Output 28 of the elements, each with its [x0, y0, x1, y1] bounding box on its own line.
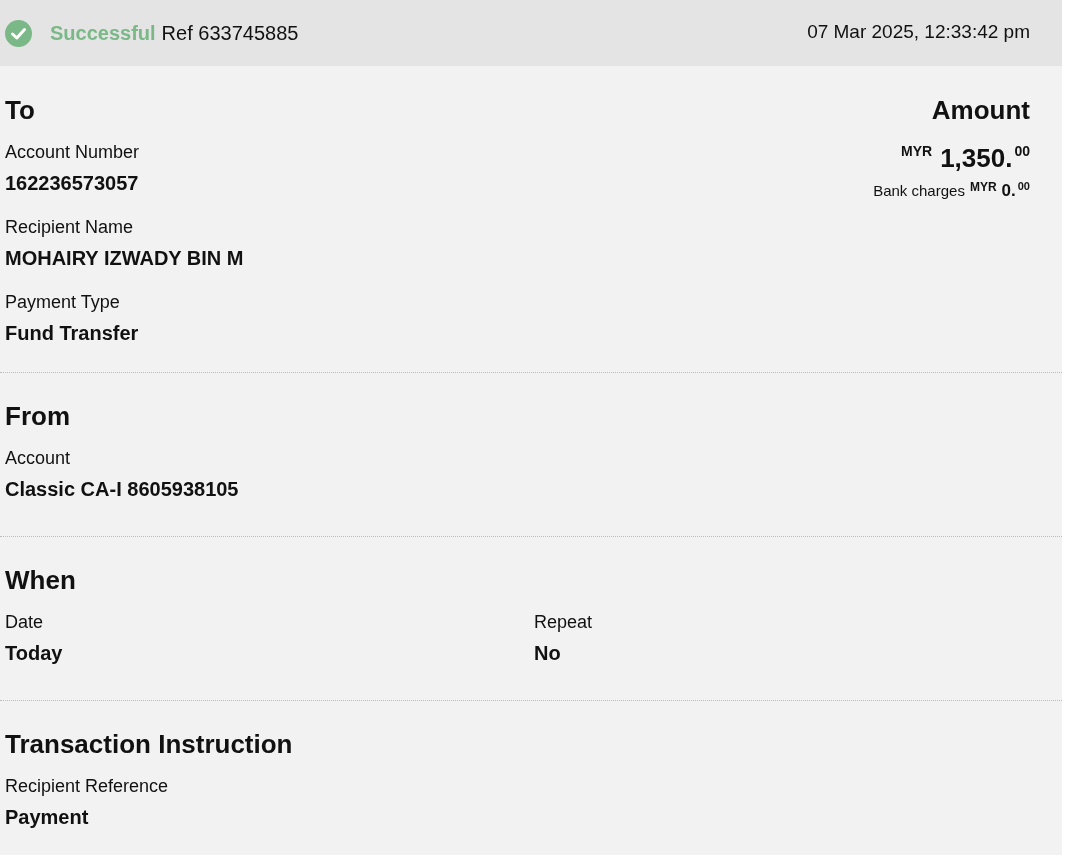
field-label: Date [5, 611, 45, 634]
section-heading: To [5, 94, 36, 126]
check-circle-icon [5, 19, 32, 47]
field-value: 162236573057 [5, 171, 140, 196]
field-value: No [534, 641, 562, 666]
amount-value: 1,350.$^{00}$ [940, 142, 1030, 174]
charges-value: 0.$^{00}$ [1001, 180, 1030, 202]
field-label: Account [5, 447, 72, 470]
currency-label: MYR [969, 179, 997, 196]
field-value: Classic CA-I 8605938105 [5, 477, 240, 502]
bank-charges-label: Bank charges [873, 181, 965, 201]
section-heading: From [5, 400, 71, 432]
timestamp: 07 Mar 2025, 12:33:42 pm [807, 20, 1030, 44]
field-label: Recipient Name [5, 216, 135, 239]
section-heading: Amount [931, 94, 1030, 126]
section-heading: When [5, 564, 77, 596]
field-label: Payment Type [5, 291, 121, 314]
field-value: Fund Transfer [5, 321, 140, 346]
field-value: Payment [5, 805, 90, 830]
field-label: Account Number [5, 141, 141, 164]
field-value: Today [5, 641, 64, 666]
section-heading: Transaction Instruction [5, 728, 294, 760]
field-label: Repeat [534, 611, 594, 634]
field-value: MOHAIRY IZWADY BIN M [5, 246, 244, 271]
currency-label: MYR [901, 142, 933, 161]
field-label: Recipient Reference [5, 775, 170, 798]
status-text: Successful [50, 21, 156, 46]
reference-number: Ref 633745885 [161, 21, 299, 46]
